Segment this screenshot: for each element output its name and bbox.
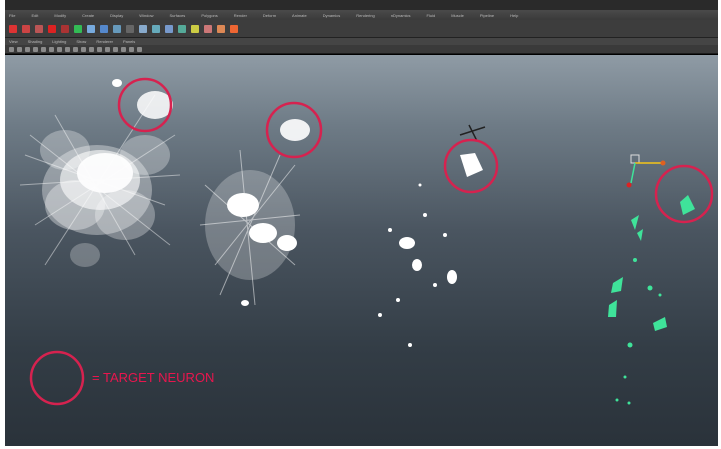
select-tool-icon[interactable] xyxy=(9,24,17,33)
neuron-cluster-3 xyxy=(378,153,483,347)
lights-icon[interactable] xyxy=(113,46,118,52)
menu-item-pipeline[interactable]: Pipeline xyxy=(480,13,494,18)
3d-viewport[interactable]: = TARGET NEURON xyxy=(5,55,718,446)
sculpt-tool-icon[interactable] xyxy=(204,24,212,33)
menu-item-render[interactable]: Render xyxy=(234,13,247,18)
neuron-cluster-4-selected xyxy=(608,195,695,405)
legend-circle xyxy=(29,350,85,406)
render-settings-icon[interactable] xyxy=(165,24,173,33)
menu-item-ndynamics[interactable]: nDynamics xyxy=(391,13,411,18)
menu-item-edit[interactable]: Edit xyxy=(31,13,38,18)
panel-menu-view[interactable]: View xyxy=(9,39,18,44)
menu-item-help[interactable]: Help xyxy=(510,13,518,18)
snap-point-icon[interactable] xyxy=(113,24,121,33)
film-gate-icon[interactable] xyxy=(49,46,54,52)
hypershade-icon[interactable] xyxy=(178,24,186,33)
history-icon[interactable] xyxy=(126,24,134,33)
curve-tool-icon[interactable] xyxy=(191,24,199,33)
paint-tool-icon[interactable] xyxy=(35,24,43,33)
panel-menu-show[interactable]: Show xyxy=(76,39,86,44)
bookmark-icon[interactable] xyxy=(25,46,30,52)
camera-icon[interactable] xyxy=(9,46,14,52)
panel-menu-renderer[interactable]: Renderer xyxy=(96,39,113,44)
menu-item-surfaces[interactable]: Surfaces xyxy=(170,13,186,18)
snap-curve-icon[interactable] xyxy=(100,24,108,33)
lasso-tool-icon[interactable] xyxy=(22,24,30,33)
menu-item-muscle[interactable]: Muscle xyxy=(451,13,464,18)
menu-item-window[interactable]: Window xyxy=(139,13,153,18)
menu-item-deform[interactable]: Deform xyxy=(263,13,276,18)
ipr-render-icon[interactable] xyxy=(152,24,160,33)
menu-item-polygons[interactable]: Polygons xyxy=(201,13,217,18)
field-chart-icon[interactable] xyxy=(73,46,78,52)
gate-mask-icon[interactable] xyxy=(65,46,70,52)
scale-tool-icon[interactable] xyxy=(74,24,82,33)
menu-item-modify[interactable]: Modify xyxy=(54,13,66,18)
isolate-icon[interactable] xyxy=(129,46,134,52)
textured-icon[interactable] xyxy=(105,46,110,52)
grid-toggle-icon[interactable] xyxy=(41,46,46,52)
menu-item-file[interactable]: File xyxy=(9,13,15,18)
move-tool-icon[interactable] xyxy=(48,24,56,33)
smooth-shade-icon[interactable] xyxy=(97,46,102,52)
shadows-icon[interactable] xyxy=(121,46,126,52)
menu-item-fluid[interactable]: Fluid xyxy=(427,13,436,18)
neuron-cluster-1 xyxy=(19,79,181,267)
panel-menu-lighting[interactable]: Lighting xyxy=(52,39,66,44)
snap-grid-icon[interactable] xyxy=(87,24,95,33)
target-circles xyxy=(29,77,714,406)
menu-item-rendering[interactable]: Rendering xyxy=(356,13,374,18)
title-bar xyxy=(5,0,718,10)
menu-item-dynamics[interactable]: Dynamics xyxy=(323,13,341,18)
panel-menu-bar: View Shading Lighting Show Renderer Panels xyxy=(5,38,718,45)
rotate-tool-icon[interactable] xyxy=(61,24,69,33)
image-plane-icon[interactable] xyxy=(33,46,38,52)
menu-item-create[interactable]: Create xyxy=(82,13,94,18)
menu-item-display[interactable]: Display xyxy=(110,13,123,18)
menu-item-animate[interactable]: Animate xyxy=(292,13,307,18)
lock-camera-icon[interactable] xyxy=(17,46,22,52)
legend-label: = TARGET NEURON xyxy=(92,370,215,385)
viewport-scene xyxy=(19,77,714,406)
shelf-toolbar xyxy=(5,20,718,38)
extra-tool-icon[interactable] xyxy=(230,24,238,33)
render-icon[interactable] xyxy=(139,24,147,33)
safe-action-icon[interactable] xyxy=(81,46,86,52)
panel-menu-panels[interactable]: Panels xyxy=(123,39,135,44)
resolution-gate-icon[interactable] xyxy=(57,46,62,52)
wireframe-icon[interactable] xyxy=(89,46,94,52)
panel-toolbar xyxy=(5,45,718,54)
panel-menu-shading[interactable]: Shading xyxy=(28,39,43,44)
neuron-cluster-2 xyxy=(199,119,310,306)
maya-window: File Edit Modify Create Display Window Surface… xyxy=(5,0,718,446)
main-menu-bar: File Edit Modify Create Display Window Surface… xyxy=(5,10,718,20)
xray-icon[interactable] xyxy=(137,46,142,52)
paint-effects-icon[interactable] xyxy=(217,24,225,33)
manipulator-cross-icon[interactable] xyxy=(459,124,486,142)
